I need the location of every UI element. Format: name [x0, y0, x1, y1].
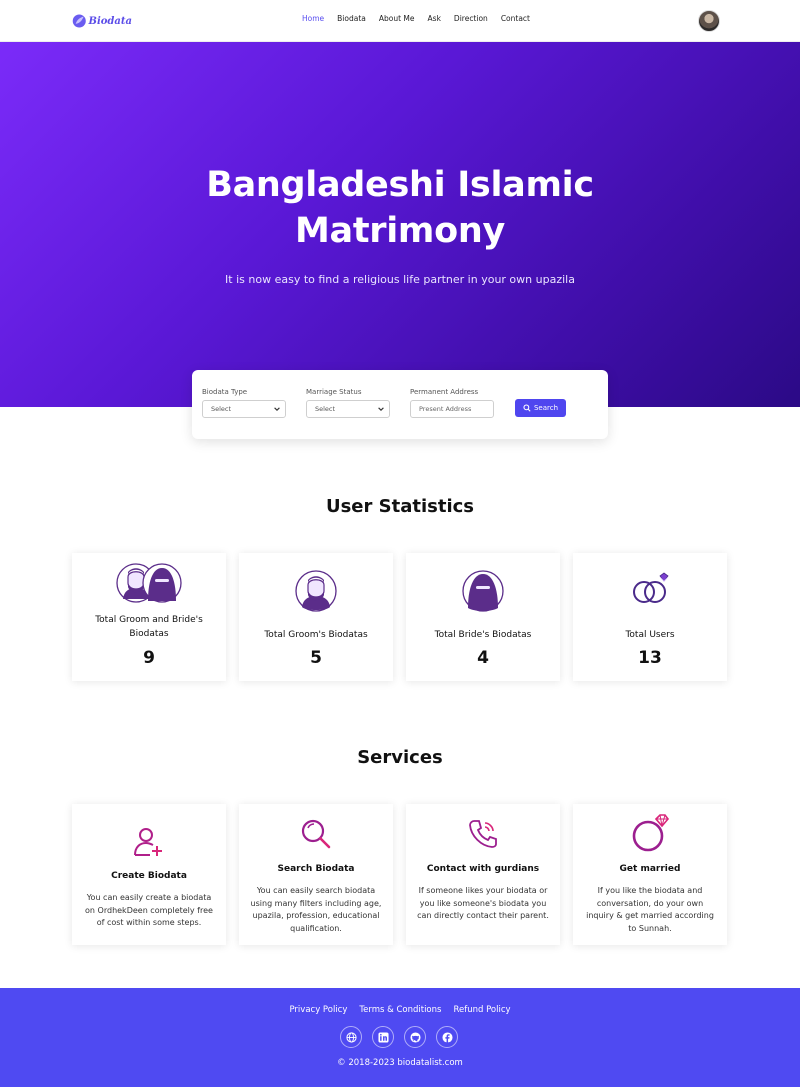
copyright-text: © 2018-2023 biodatalist.com — [337, 1058, 463, 1068]
groom-icon — [239, 569, 393, 613]
marriage-status-field: Marriage Status Select — [306, 388, 390, 418]
service-description: If someone likes your biodata or you lik… — [417, 886, 549, 920]
hero-banner: Bangladeshi Islamic Matrimony It is now … — [0, 42, 800, 407]
nav-contact[interactable]: Contact — [501, 14, 530, 23]
hero-title-line-2: Matrimony — [295, 211, 505, 251]
biodata-type-label: Biodata Type — [202, 388, 248, 396]
nav-biodata[interactable]: Biodata — [337, 14, 366, 23]
service-card: Get married If you like the biodata and … — [573, 804, 727, 945]
service-title: Contact with gurdians — [426, 864, 540, 874]
github-icon[interactable] — [404, 1026, 426, 1048]
user-avatar[interactable] — [698, 10, 720, 32]
address-input[interactable]: Present Address — [410, 400, 494, 418]
facebook-icon[interactable] — [436, 1026, 458, 1048]
biodata-type-value: Select — [211, 405, 232, 413]
search-panel: Biodata Type Select Marriage Status Sele… — [192, 370, 608, 439]
stat-card: Total Groom and Bride's Biodatas 9 — [72, 553, 226, 681]
stat-label: Total Users — [625, 630, 675, 640]
stat-value: 4 — [477, 648, 489, 668]
ring-icon — [573, 812, 727, 852]
service-title: Create Biodata — [111, 871, 187, 881]
phone-icon — [406, 814, 560, 854]
rings-icon — [573, 567, 727, 611]
search-button-label: Search — [533, 404, 559, 412]
terms-link[interactable]: Terms & Conditions — [359, 1005, 441, 1015]
service-card: Create Biodata You can easily create a b… — [72, 804, 226, 945]
social-links — [340, 1026, 458, 1048]
add-user-icon — [72, 822, 226, 862]
hero-title: Bangladeshi Islamic Matrimony — [0, 162, 800, 254]
globe-icon[interactable] — [340, 1026, 362, 1048]
hero-title-line-1: Bangladeshi Islamic — [206, 165, 594, 205]
marriage-status-value: Select — [315, 405, 336, 413]
service-card: Search Biodata You can easily search bio… — [239, 804, 393, 945]
chevron-down-icon — [274, 407, 280, 411]
stat-card: Total Users 13 — [573, 553, 727, 681]
marriage-status-select[interactable]: Select — [306, 400, 390, 418]
nav-about-me[interactable]: About Me — [379, 14, 415, 23]
biodata-type-field: Biodata Type Select — [202, 388, 286, 418]
stats-title: User Statistics — [325, 496, 475, 517]
logo-icon — [72, 14, 86, 28]
biodata-type-select[interactable]: Select — [202, 400, 286, 418]
stat-label: Total Groom's Biodatas — [264, 630, 368, 640]
nav-ask[interactable]: Ask — [428, 14, 441, 23]
main-menu: Home Biodata About Me Ask Direction Cont… — [302, 14, 530, 23]
stat-label: Total Groom and Bride's Biodatas — [95, 615, 203, 639]
logo[interactable]: Biodata — [72, 11, 132, 31]
bride-icon — [406, 569, 560, 613]
stat-value: 13 — [638, 648, 662, 668]
search-icon — [523, 404, 531, 412]
footer: Privacy Policy Terms & Conditions Refund… — [0, 988, 800, 1087]
service-description: You can easily search biodata using many… — [250, 886, 382, 933]
service-card: Contact with gurdians If someone likes y… — [406, 804, 560, 945]
stat-label: Total Bride's Biodatas — [434, 630, 532, 640]
address-label: Permanent Address — [410, 388, 479, 396]
stat-value: 5 — [310, 648, 322, 668]
footer-links: Privacy Policy Terms & Conditions Refund… — [0, 1005, 800, 1015]
search-button[interactable]: Search — [515, 399, 566, 417]
stat-card: Total Groom's Biodatas 5 — [239, 553, 393, 681]
navbar: Biodata Home Biodata About Me Ask Direct… — [0, 0, 800, 42]
chevron-down-icon — [378, 407, 384, 411]
nav-direction[interactable]: Direction — [454, 14, 488, 23]
magnifier-icon — [239, 814, 393, 854]
marriage-status-label: Marriage Status — [306, 388, 362, 396]
services-title: Services — [357, 747, 443, 768]
service-title: Search Biodata — [277, 864, 355, 874]
stat-card: Total Bride's Biodatas 4 — [406, 553, 560, 681]
service-description: You can easily create a biodata on Ordhe… — [85, 893, 213, 927]
stat-value: 9 — [143, 648, 155, 668]
address-field: Permanent Address Present Address — [410, 388, 494, 418]
logo-text: Biodata — [88, 15, 133, 27]
nav-home[interactable]: Home — [302, 14, 324, 23]
service-title: Get married — [619, 864, 681, 874]
refund-policy-link[interactable]: Refund Policy — [453, 1005, 510, 1015]
linkedin-icon[interactable] — [372, 1026, 394, 1048]
couple-icon — [72, 561, 226, 605]
hero-subtitle: It is now easy to find a religious life … — [225, 273, 575, 286]
privacy-policy-link[interactable]: Privacy Policy — [289, 1005, 347, 1015]
service-description: If you like the biodata and conversation… — [586, 886, 714, 933]
